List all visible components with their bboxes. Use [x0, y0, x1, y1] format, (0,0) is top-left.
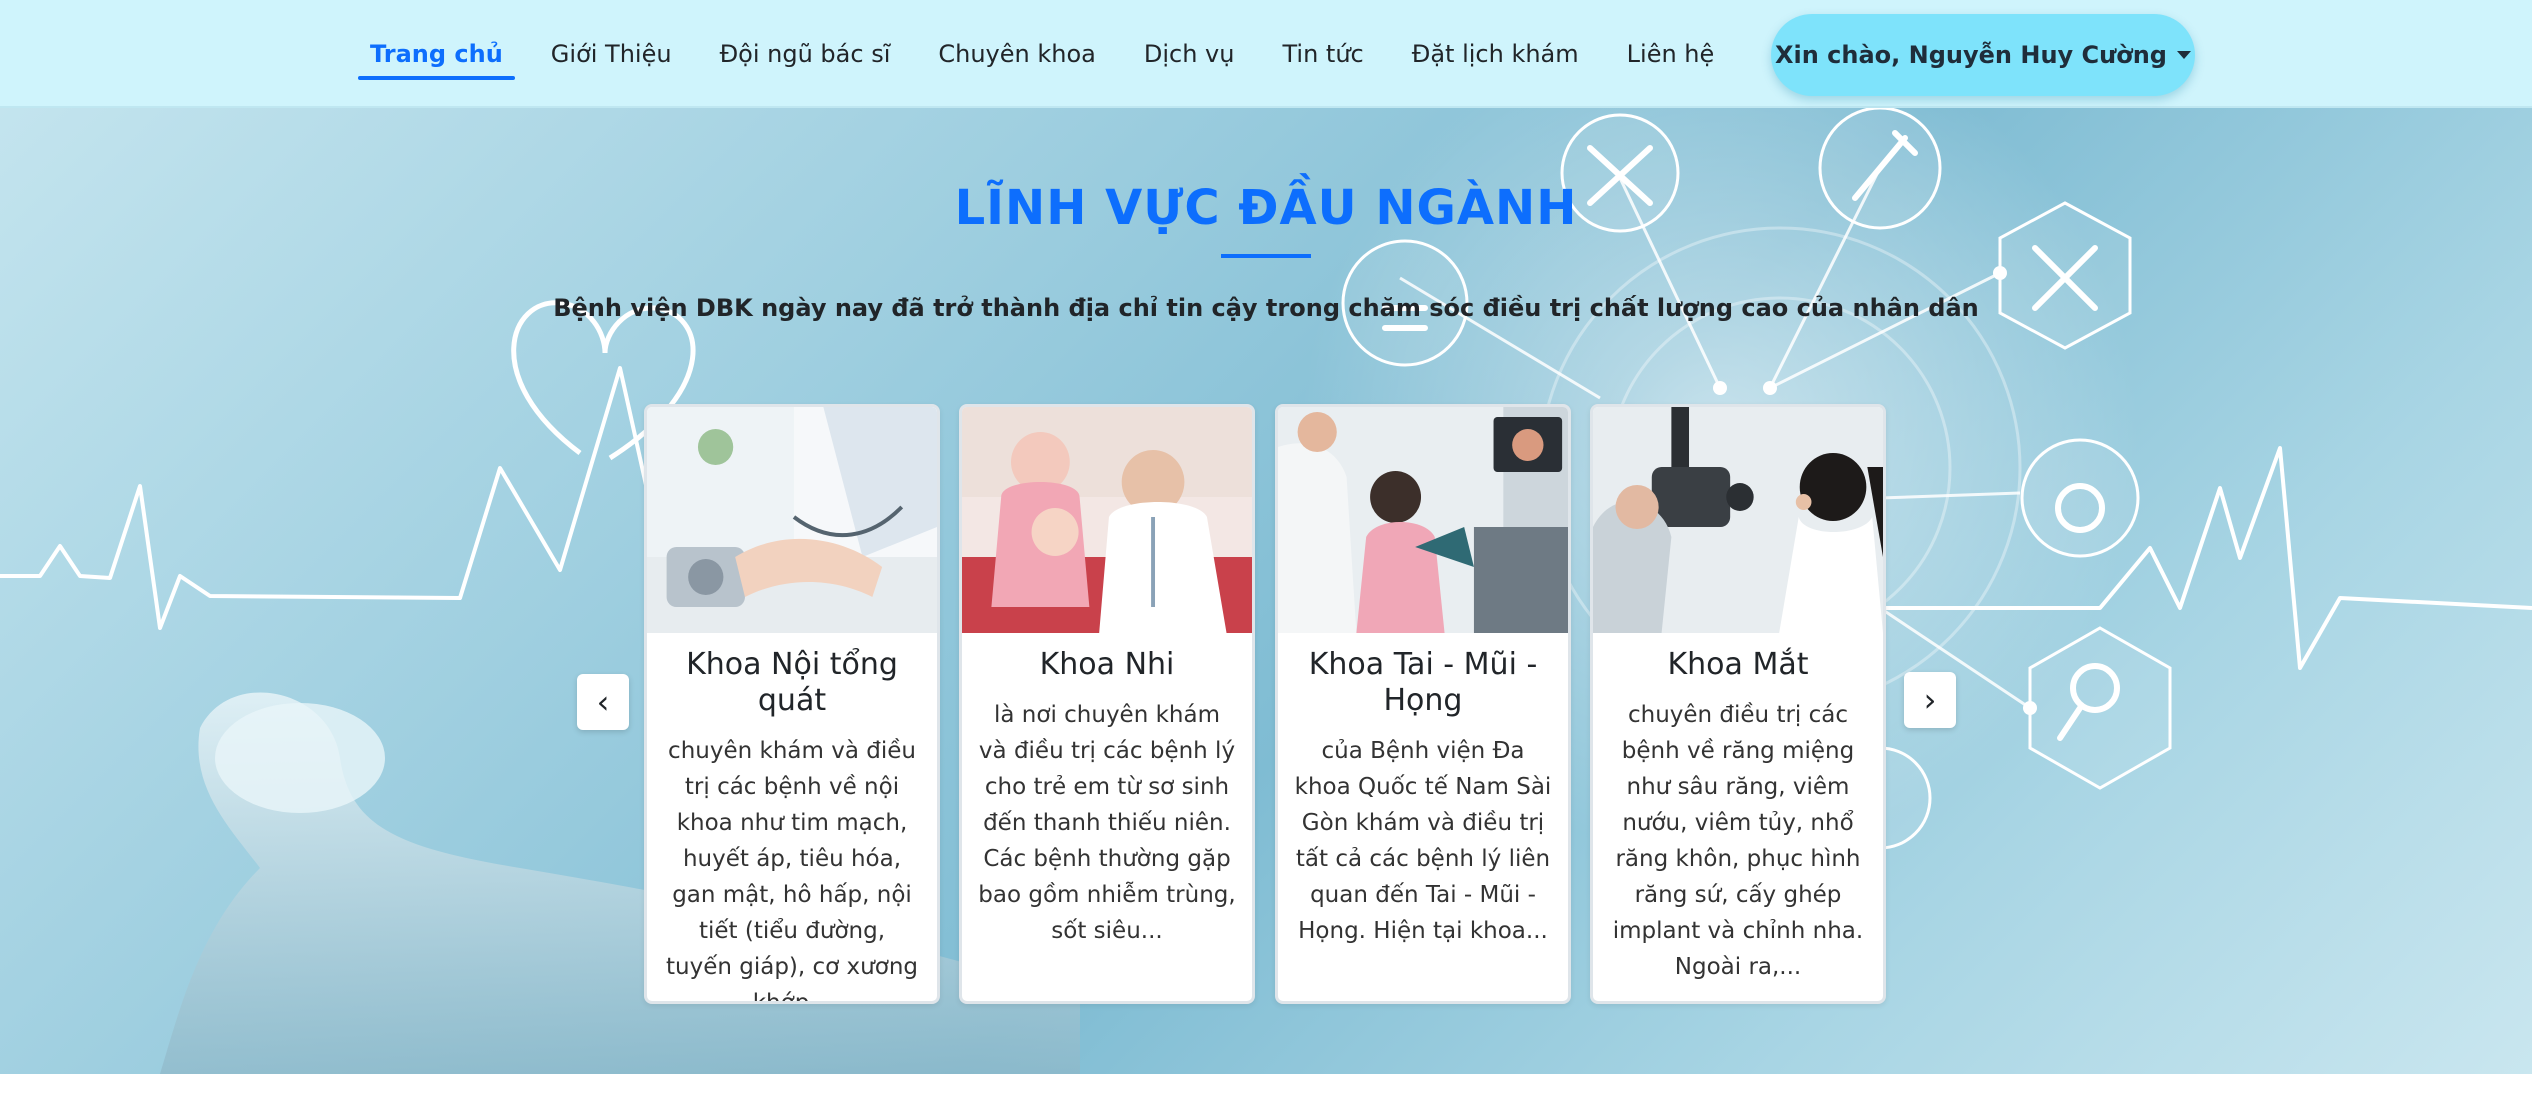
nav-links: Trang chủ Giới Thiệu Đội ngũ bác sĩ Chuy… [358, 0, 1750, 108]
card-image-ent [1278, 407, 1568, 633]
section-subtitle: Bệnh viện DBK ngày nay đã trở thành địa … [553, 294, 1979, 322]
card-description: của Bệnh viện Đa khoa Quốc tế Nam Sài Gò… [1294, 738, 1552, 944]
card-title: Khoa Nhi [1039, 647, 1175, 682]
top-navbar: Trang chủ Giới Thiệu Đội ngũ bác sĩ Chuy… [0, 0, 2532, 108]
card-image-blood-pressure [647, 407, 937, 633]
nav-item-specialties[interactable]: Chuyên khoa [926, 34, 1108, 74]
card-description: chuyên điều trị các bệnh về răng miệng n… [1612, 702, 1864, 980]
carousel-prev-button[interactable]: ‹ [577, 674, 629, 730]
card-title: Khoa Tai - Mũi - Họng [1308, 647, 1538, 718]
specialty-card[interactable]: Khoa Nội tổng quát chuyên khám và điều t… [644, 404, 940, 1004]
hero-section: LĨNH VỰC ĐẦU NGÀNH Bệnh viện DBK ngày na… [0, 108, 2532, 1074]
user-greeting: Xin chào, Nguyễn Huy Cường [1775, 41, 2167, 69]
card-description: là nơi chuyên khám và điều trị các bệnh … [978, 702, 1236, 944]
caret-down-icon [2176, 51, 2191, 59]
user-dropdown-button[interactable]: Xin chào, Nguyễn Huy Cường [1771, 14, 2195, 96]
chevron-right-icon: › [1923, 681, 1937, 719]
card-title: Khoa Nội tổng quát [686, 647, 898, 718]
nav-item-about[interactable]: Giới Thiệu [539, 34, 684, 74]
nav-item-home[interactable]: Trang chủ [358, 34, 515, 80]
nav-item-booking[interactable]: Đặt lịch khám [1400, 34, 1591, 74]
nav-item-services[interactable]: Dịch vụ [1132, 34, 1247, 74]
card-image-pediatrics [962, 407, 1252, 633]
nav-item-news[interactable]: Tin tức [1270, 34, 1375, 74]
card-image-ophthalmology [1593, 407, 1883, 633]
title-underline [1221, 254, 1311, 258]
carousel-next-button[interactable]: › [1904, 672, 1956, 728]
card-title: Khoa Mắt [1667, 647, 1809, 682]
heartbeat-line-left [0, 366, 702, 630]
specialty-card[interactable]: Khoa Tai - Mũi - Họng của Bệnh viện Đa k… [1275, 404, 1571, 1004]
hero-background-illustration [0, 108, 2532, 1074]
specialty-card[interactable]: Khoa Mắt chuyên điều trị các bệnh về răn… [1590, 404, 1886, 1004]
chevron-left-icon: ‹ [596, 683, 610, 721]
nav-item-contact[interactable]: Liên hệ [1615, 34, 1727, 74]
card-description: chuyên khám và điều trị các bệnh về nội … [666, 738, 918, 1004]
specialty-card[interactable]: Khoa Nhi là nơi chuyên khám và điều trị … [959, 404, 1255, 1004]
section-title: LĨNH VỰC ĐẦU NGÀNH [954, 180, 1578, 236]
nav-item-doctors[interactable]: Đội ngũ bác sĩ [708, 34, 903, 74]
